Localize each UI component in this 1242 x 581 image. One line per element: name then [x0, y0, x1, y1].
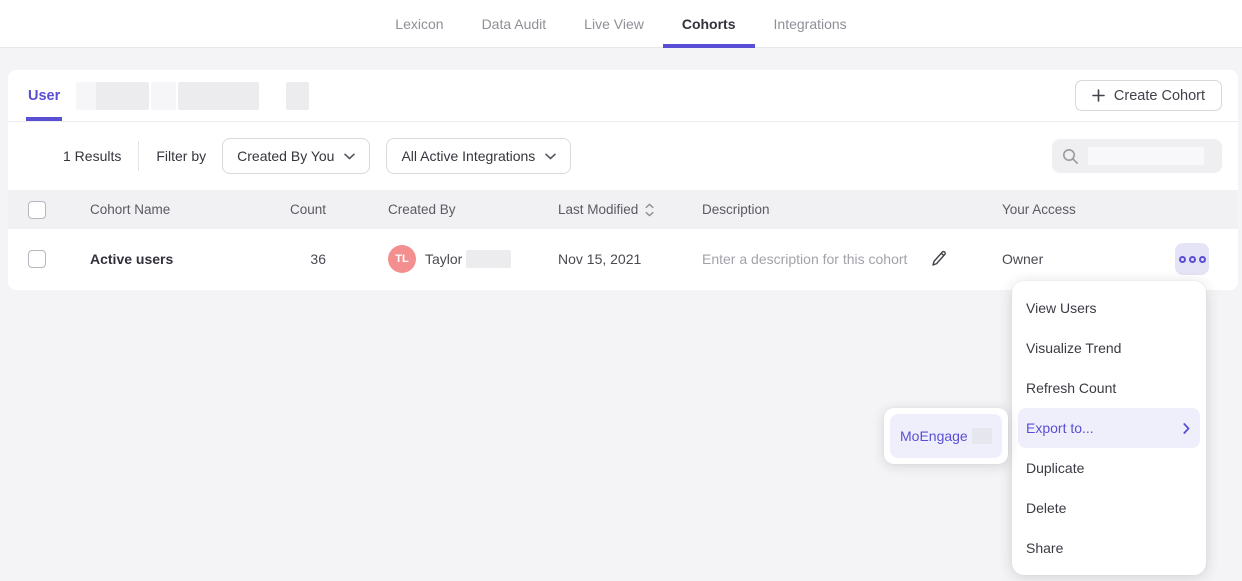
redacted-tab-group	[76, 82, 309, 110]
menu-item-visualize-trend[interactable]: Visualize Trend	[1012, 328, 1206, 368]
divider	[138, 141, 139, 171]
redacted-block	[972, 428, 992, 444]
created-by-dropdown-label: Created By You	[237, 148, 334, 164]
redacted-block	[151, 82, 176, 110]
menu-item-view-users[interactable]: View Users	[1012, 288, 1206, 328]
column-header-count[interactable]: Count	[238, 202, 326, 217]
menu-item-refresh-count[interactable]: Refresh Count	[1012, 368, 1206, 408]
row-actions-button[interactable]	[1175, 243, 1209, 275]
access-level: Owner	[994, 251, 1175, 267]
pencil-icon[interactable]	[929, 249, 949, 269]
column-header-created-by[interactable]: Created By	[326, 202, 550, 217]
redacted-block	[286, 82, 309, 110]
column-header-description: Description	[694, 202, 994, 217]
search-input[interactable]	[1052, 139, 1222, 173]
select-all-checkbox[interactable]	[28, 201, 46, 219]
integrations-dropdown[interactable]: All Active Integrations	[386, 138, 571, 174]
create-cohort-button[interactable]: Create Cohort	[1075, 80, 1222, 111]
results-count: 1 Results	[63, 148, 121, 164]
search-icon	[1062, 148, 1079, 165]
tab-live-view[interactable]: Live View	[565, 0, 663, 47]
redacted-block	[466, 250, 511, 268]
created-by-dropdown[interactable]: Created By You	[222, 138, 370, 174]
last-modified-date: Nov 15, 2021	[550, 251, 694, 267]
menu-item-export-to[interactable]: Export to...	[1018, 408, 1200, 448]
chevron-down-icon	[344, 153, 355, 160]
menu-item-delete[interactable]: Delete	[1012, 488, 1206, 528]
redacted-block	[1088, 147, 1204, 165]
three-dots-icon	[1179, 256, 1186, 263]
description-placeholder[interactable]: Enter a description for this cohort	[702, 251, 907, 267]
top-navigation: Lexicon Data Audit Live View Cohorts Int…	[0, 0, 1242, 48]
menu-item-duplicate[interactable]: Duplicate	[1012, 448, 1206, 488]
integrations-dropdown-label: All Active Integrations	[401, 148, 535, 164]
row-actions-menu: View Users Visualize Trend Refresh Count…	[1012, 281, 1206, 575]
sort-icon[interactable]	[645, 203, 654, 217]
column-header-your-access: Your Access	[994, 202, 1175, 217]
redacted-block	[76, 82, 96, 110]
cohort-count: 36	[238, 251, 326, 267]
export-submenu: MoEngage	[884, 408, 1008, 464]
tab-data-audit[interactable]: Data Audit	[463, 0, 566, 47]
tab-integrations[interactable]: Integrations	[755, 0, 866, 47]
plus-icon	[1092, 89, 1105, 102]
tab-user[interactable]: User	[26, 70, 62, 121]
filter-toolbar: 1 Results Filter by Created By You All A…	[8, 122, 1238, 190]
filter-by-label: Filter by	[156, 148, 206, 164]
cohort-type-tabstrip: User Create Cohort	[8, 70, 1238, 122]
cohorts-panel: User Create Cohort 1 Results Filter by C…	[8, 70, 1238, 290]
table-header: Cohort Name Count Created By Last Modifi…	[8, 190, 1238, 229]
column-header-cohort-name[interactable]: Cohort Name	[70, 202, 238, 217]
menu-item-share[interactable]: Share	[1012, 528, 1206, 568]
table-row: Active users 36 TL Taylor Nov 15, 2021 E…	[8, 229, 1238, 289]
created-by-name: Taylor	[425, 251, 462, 267]
export-to-label: Export to...	[1026, 420, 1094, 436]
create-cohort-label: Create Cohort	[1114, 88, 1205, 104]
chevron-right-icon	[1183, 423, 1190, 434]
moengage-label: MoEngage	[900, 428, 968, 444]
chevron-down-icon	[545, 153, 556, 160]
tab-cohorts[interactable]: Cohorts	[663, 0, 755, 47]
cohort-name-link[interactable]: Active users	[70, 251, 238, 267]
tab-lexicon[interactable]: Lexicon	[376, 0, 462, 47]
avatar: TL	[388, 245, 416, 273]
submenu-item-moengage[interactable]: MoEngage	[890, 414, 1002, 458]
row-checkbox[interactable]	[28, 250, 46, 268]
redacted-block	[96, 82, 149, 110]
redacted-block	[178, 82, 259, 110]
column-header-last-modified[interactable]: Last Modified	[558, 202, 638, 217]
